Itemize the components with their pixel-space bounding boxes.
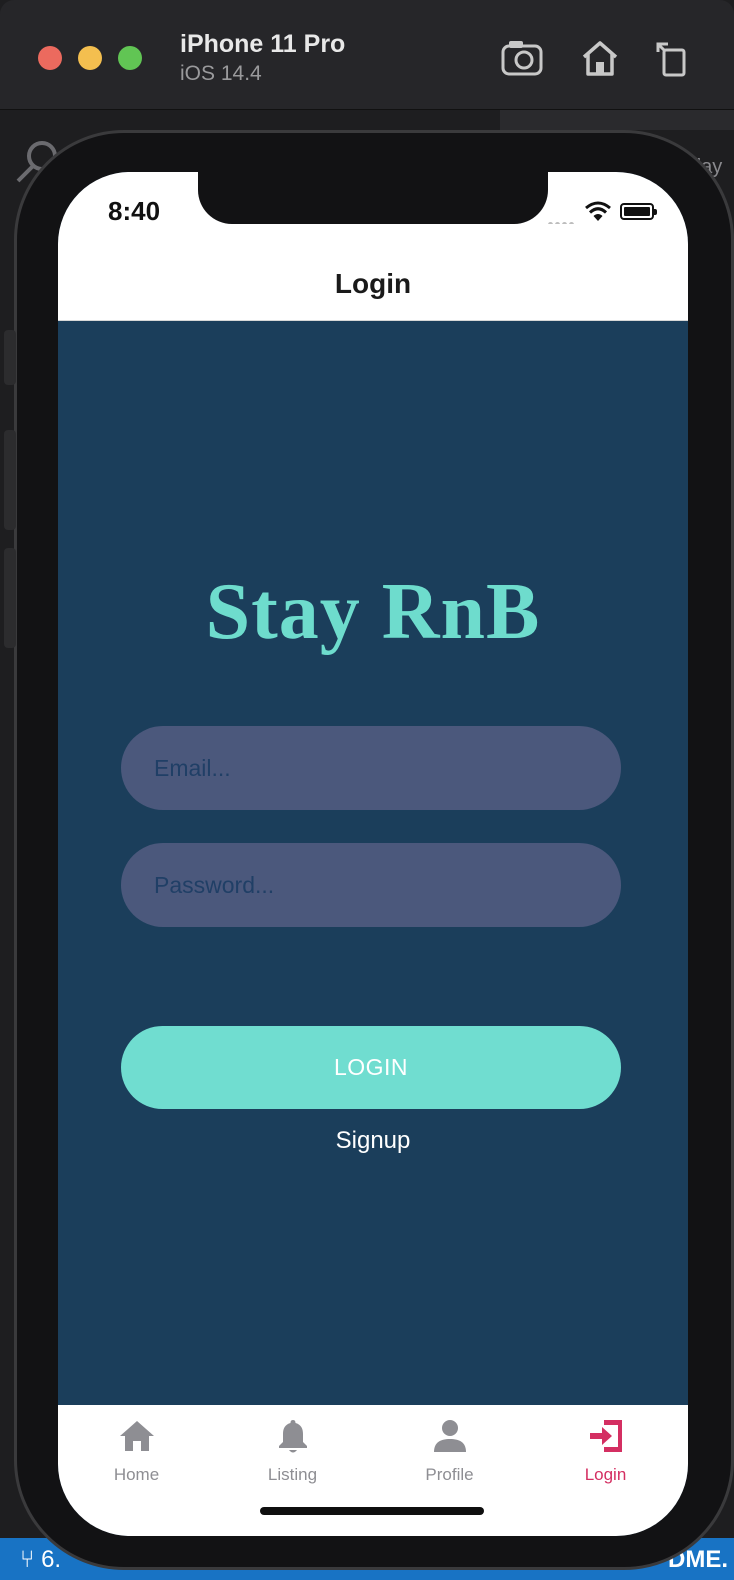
screenshot-camera-icon[interactable] [500,38,544,78]
phone-screen: 8:40 Login Stay RnB LOGIN Signup Home [58,172,688,1536]
tab-label: Listing [267,1465,318,1484]
person-icon [431,1417,469,1455]
brand-logo-text: Stay RnB [205,568,541,656]
minimize-window-button[interactable] [78,46,102,70]
tab-label: Login [584,1465,627,1484]
tab-home[interactable]: Home [58,1405,215,1505]
tab-label: Profile [425,1465,474,1484]
os-version: iOS 14.4 [180,62,262,85]
wifi-icon [584,200,612,222]
home-icon[interactable] [578,38,622,78]
bell-icon [274,1417,312,1455]
volume-up-button [4,430,16,530]
battery-icon [620,203,657,220]
zoom-window-button[interactable] [118,46,142,70]
navigation-header: Login [58,224,688,321]
volume-down-button [4,548,16,648]
tab-label: Home [113,1465,160,1484]
signup-link[interactable]: Signup [58,1127,688,1155]
git-branch-icon: ⑂ [20,1546,35,1573]
device-name: iPhone 11 Pro [180,30,346,58]
mute-switch [4,330,16,385]
status-time: 8:40 [108,196,161,226]
login-button[interactable]: LOGIN [121,1026,621,1109]
close-window-button[interactable] [38,46,62,70]
rotate-icon[interactable] [650,38,694,78]
simulator-titlebar: iPhone 11 Pro iOS 14.4 [0,0,734,110]
tab-profile[interactable]: Profile [371,1405,528,1505]
home-indicator[interactable] [260,1507,484,1515]
page-title: Login [334,268,412,299]
login-arrow-icon [587,1417,625,1455]
home-icon [118,1417,156,1455]
simulator-desktop: day ⑂ 6. DME. iPhone 11 Pro iOS 14.4 8:4… [0,0,734,1580]
bottom-tab-bar: Home Listing Profile Login [58,1405,688,1536]
password-input[interactable] [121,843,621,927]
tab-listing[interactable]: Listing [214,1405,371,1505]
git-branch-status[interactable]: ⑂ 6. [20,1546,61,1574]
background-editor-tab [500,110,734,130]
tab-login[interactable]: Login [527,1405,684,1505]
email-input[interactable] [121,726,621,810]
device-notch [198,172,548,224]
